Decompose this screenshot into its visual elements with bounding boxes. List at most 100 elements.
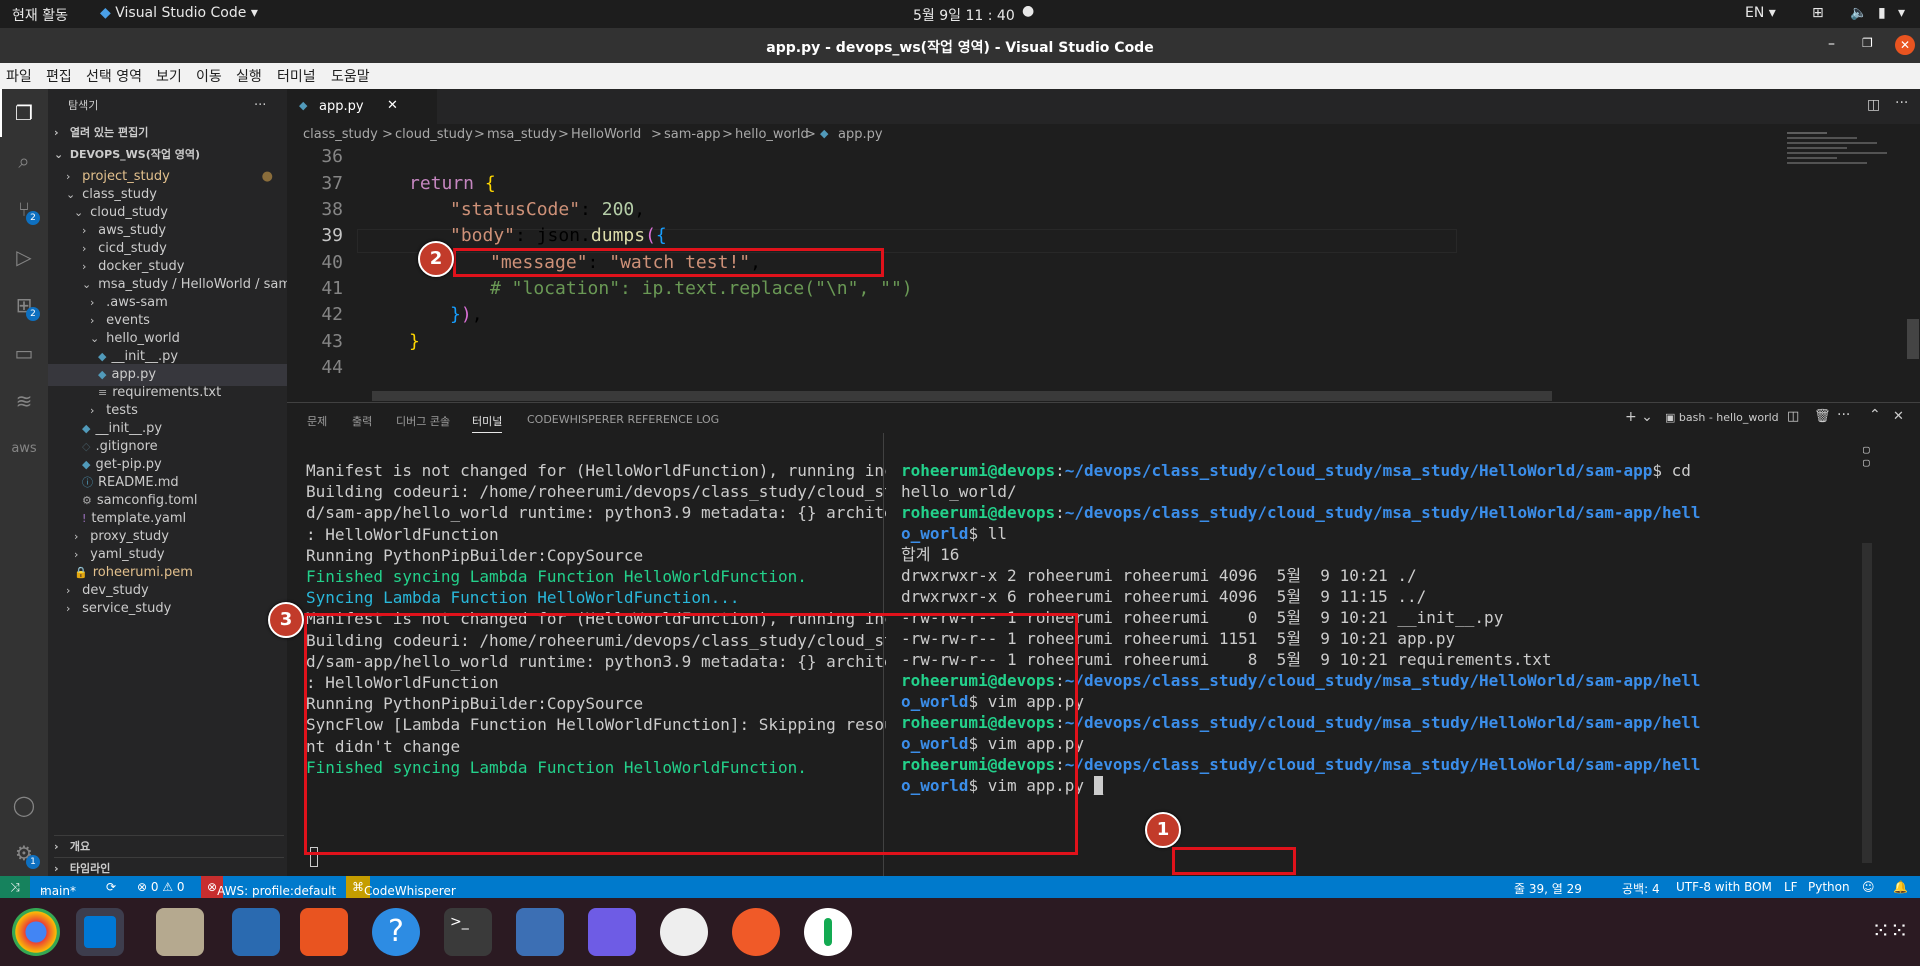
extensions-icon[interactable]: ⊞ 2 (10, 291, 40, 321)
breadcrumb-item[interactable]: sam-app (664, 127, 721, 142)
prompt-user: roheerumi@devops (901, 503, 1056, 522)
scm-badge: 2 (26, 211, 40, 225)
outline-section[interactable]: › 개요 (54, 835, 284, 857)
vertical-scrollbar[interactable] (1907, 319, 1919, 359)
menu-view[interactable]: 보기 (156, 66, 182, 86)
screenshot-icon[interactable] (588, 908, 636, 956)
cursor-position[interactable]: 줄 39, 열 29 (1514, 880, 1582, 897)
tab-app-py[interactable]: ◆ app.py ✕ (287, 89, 437, 124)
prompt-path: ~/devops/class_study/cloud_study/msa_stu… (1064, 461, 1653, 480)
battery-icon[interactable]: ▮ (1878, 5, 1886, 21)
prompt-path: ~/devops/class_study/cloud_study/msa_stu… (1064, 503, 1701, 522)
menu-terminal[interactable]: 터미널 (277, 66, 316, 86)
breadcrumb-item[interactable]: msa_study (487, 127, 557, 142)
notifications-icon[interactable]: 🔔 (1893, 880, 1908, 894)
chevron-down-icon: ⌄ (54, 148, 64, 161)
language-mode[interactable]: Python (1808, 880, 1850, 894)
close-tab-icon[interactable]: ✕ (387, 98, 398, 113)
dock: ? >_ ⁙⁙ (0, 898, 1920, 966)
docker-icon[interactable]: ≋ (10, 387, 38, 415)
tab-output[interactable]: 출력 (352, 413, 372, 429)
activity-bar: ❐ ⌕ ⑂ 2 ▷ ⊞ 2 ▭ ≋ aws ◯ ⚙ 1 (0, 89, 48, 876)
explorer-icon[interactable]: ❐ (10, 99, 38, 127)
text-editor-icon[interactable] (516, 908, 564, 956)
horizontal-scrollbar[interactable] (372, 391, 1552, 401)
menu-selection[interactable]: 선택 영역 (86, 66, 142, 86)
breadcrumb-item[interactable]: class_study (303, 127, 378, 142)
run-debug-icon[interactable]: ▷ (10, 243, 38, 271)
close-window-icon[interactable]: ✕ (1895, 35, 1915, 55)
clock[interactable]: 5월 9일 11 : 40 (913, 5, 1015, 25)
breadcrumb: class_study > cloud_study > msa_study > … (287, 124, 1920, 146)
encoding[interactable]: UTF-8 with BOM (1676, 880, 1772, 894)
search-icon[interactable]: ⌕ (10, 147, 38, 175)
terminal-app-icon[interactable]: >_ (444, 908, 492, 956)
minimize-icon[interactable]: – (1828, 36, 1835, 52)
breadcrumb-item[interactable]: cloud_study (395, 127, 473, 142)
volume-icon[interactable]: 🔈 (1850, 5, 1867, 21)
restore-icon[interactable]: ❐ (1862, 36, 1873, 50)
codewhisperer-indicator[interactable]: ⌘ CodeWhisperer (346, 876, 456, 898)
more-actions-icon[interactable]: ··· (1895, 95, 1908, 111)
indentation[interactable]: 공백: 4 (1622, 880, 1660, 897)
sync-icon[interactable]: ⟳ (106, 880, 116, 894)
aws-icon[interactable]: aws (10, 435, 38, 463)
account-icon[interactable]: ◯ (10, 791, 38, 819)
show-apps-icon[interactable]: ⁙⁙ (1866, 908, 1914, 956)
input-language[interactable]: EN ▾ (1745, 5, 1776, 21)
breadcrumb-item[interactable]: HelloWorld (571, 127, 641, 142)
app-store-icon[interactable] (300, 908, 348, 956)
maximize-panel-icon[interactable]: ⌃ (1869, 407, 1881, 423)
tab-problems[interactable]: 문제 (307, 413, 327, 429)
workspace-section[interactable]: ⌄ DEVOPS_WS(작업 영역) (54, 144, 284, 166)
feedback-icon[interactable]: ☺ (1862, 880, 1875, 894)
chrome-icon[interactable] (12, 908, 60, 956)
activities-button[interactable]: 현재 활동 (12, 5, 68, 25)
menu-edit[interactable]: 편집 (46, 66, 72, 86)
prompt-path: ~/devops/class_study/cloud_study/msa_stu… (1064, 713, 1701, 732)
files-icon[interactable] (156, 908, 204, 956)
postman-icon[interactable] (732, 908, 780, 956)
document-viewer-icon[interactable] (232, 908, 280, 956)
breadcrumb-item[interactable]: hello_world (735, 127, 809, 142)
menu-go[interactable]: 이동 (196, 66, 222, 86)
kill-terminal-icon[interactable]: 🗑 (1814, 409, 1831, 424)
problems-indicator[interactable]: ⊗ 0 ⚠ 0 (137, 880, 185, 894)
dbeaver-icon[interactable] (660, 908, 708, 956)
app-menu[interactable]: ◆ Visual Studio Code ▾ (100, 5, 258, 21)
source-control-icon[interactable]: ⑂ 2 (10, 195, 40, 225)
tab-terminal[interactable]: 터미널 (472, 413, 503, 433)
menu-help[interactable]: 도움말 (331, 66, 370, 86)
help-icon[interactable]: ? (372, 908, 420, 956)
minimap[interactable] (1787, 129, 1897, 199)
code-line-42: }), (450, 304, 483, 325)
end-of-line[interactable]: LF (1784, 880, 1798, 894)
terminal-scrollbar[interactable] (1862, 543, 1872, 863)
more-actions-icon[interactable]: ··· (1837, 407, 1850, 423)
settings-gear-icon[interactable]: ⚙ 1 (10, 839, 40, 869)
terminal-selector[interactable]: ▣ bash - hello_world (1665, 411, 1779, 424)
vscode-dock-icon[interactable] (76, 908, 124, 956)
system-menu-icon[interactable]: ▾ (1898, 5, 1905, 21)
open-editors-section[interactable]: › 열려 있는 편집기 (54, 122, 284, 144)
chevron-right-icon: › (54, 126, 59, 139)
remote-explorer-icon[interactable]: ▭ (10, 339, 38, 367)
folder-item[interactable]: › service_study (48, 598, 287, 620)
remote-indicator-icon[interactable]: ⤨ (0, 876, 30, 898)
split-terminal-icon[interactable]: ◫ (1787, 409, 1799, 424)
menu-file[interactable]: 파일 (6, 66, 32, 86)
more-actions-icon[interactable]: ··· (254, 95, 266, 117)
split-editor-icon[interactable]: ◫ (1867, 97, 1880, 113)
tab-codewhisperer-log[interactable]: CODEWHISPERER REFERENCE LOG (527, 413, 719, 426)
breadcrumb-item[interactable]: app.py (838, 127, 883, 142)
network-icon[interactable]: ⊞ (1812, 5, 1824, 21)
menu-run[interactable]: 실행 (236, 66, 262, 86)
mongodb-compass-icon[interactable] (804, 908, 852, 956)
tab-debug-console[interactable]: 디버그 콘솔 (396, 413, 450, 429)
aws-profile-indicator[interactable]: ⊗ AWS: profile:default (201, 876, 336, 898)
close-panel-icon[interactable]: ✕ (1893, 409, 1904, 424)
terminal-list-icon[interactable]: ▢ ▢ (1863, 443, 1870, 469)
new-terminal-icon[interactable]: + ⌄ (1625, 409, 1653, 425)
code-line-37: return { (409, 173, 496, 194)
terminal-output-line: Syncing Lambda Function HelloWorldFuncti… (306, 588, 740, 608)
